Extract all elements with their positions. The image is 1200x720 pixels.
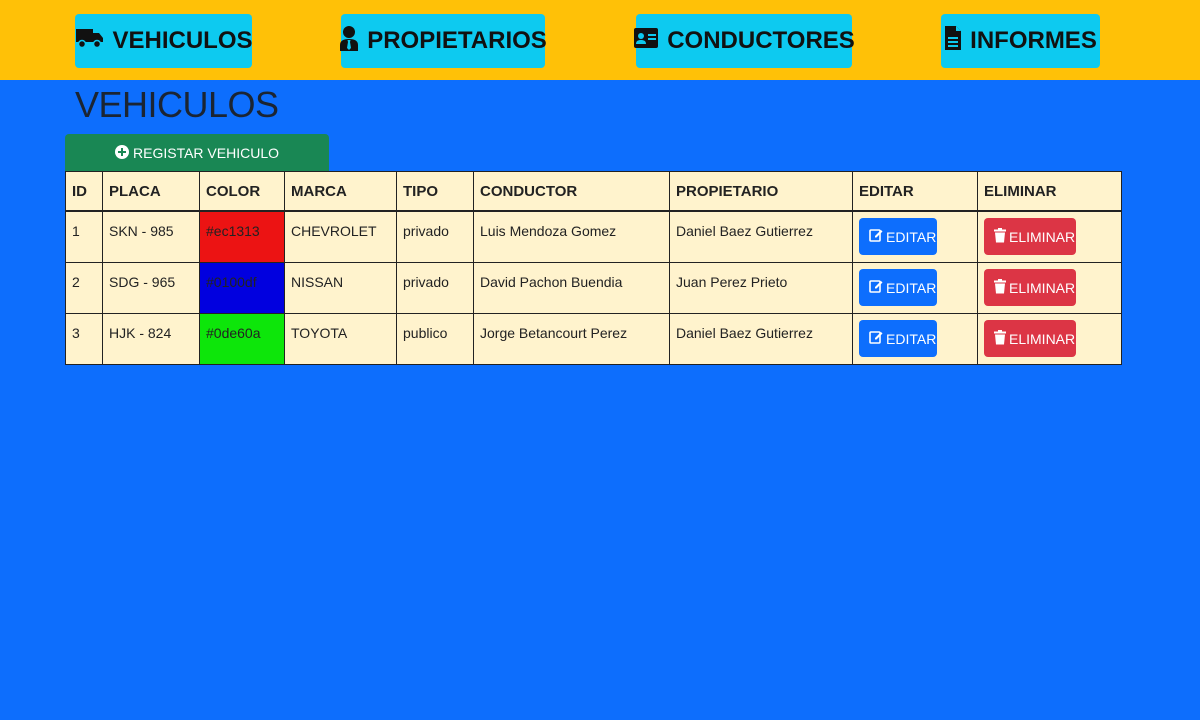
nav-conductores-label: CONDUCTORES [667, 27, 855, 54]
cell-placa: SDG - 965 [102, 261, 200, 314]
cell-propietario: Daniel Baez Gutierrez [669, 312, 853, 365]
cell-delete: ELIMINAR [977, 261, 1122, 314]
table-row: 2 SDG - 965 #0100df NISSAN privado David… [65, 261, 1122, 314]
cell-placa: HJK - 824 [102, 312, 200, 365]
cell-id: 1 [65, 210, 103, 263]
cell-color: #ec1313 [199, 210, 285, 263]
cell-propietario: Daniel Baez Gutierrez [669, 210, 853, 263]
edit-icon [869, 330, 886, 347]
delete-button[interactable]: ELIMINAR [984, 269, 1076, 306]
cell-edit: EDITAR [852, 210, 978, 263]
header-color: COLOR [199, 171, 285, 212]
cell-color: #0de60a [199, 312, 285, 365]
cell-placa: SKN - 985 [102, 210, 200, 263]
top-navbar: VEHICULOS PROPIETARIOS CONDUCTORES INFOR… [0, 0, 1200, 80]
nav-vehiculos-button[interactable]: VEHICULOS [75, 14, 253, 68]
table-row: 1 SKN - 985 #ec1313 CHEVROLET privado Lu… [65, 210, 1122, 263]
register-vehicle-button[interactable]: REGISTAR VEHICULO [65, 134, 329, 172]
edit-button-label: EDITAR [886, 279, 937, 296]
cell-marca: NISSAN [284, 261, 397, 314]
edit-button[interactable]: EDITAR [859, 320, 937, 357]
trash-icon [994, 278, 1009, 297]
cell-marca: CHEVROLET [284, 210, 397, 263]
nav-conductores-button[interactable]: CONDUCTORES [633, 14, 855, 68]
cell-tipo: privado [396, 261, 474, 314]
cell-id: 2 [65, 261, 103, 314]
cell-edit: EDITAR [852, 261, 978, 314]
nav-informes-label: INFORMES [970, 27, 1097, 54]
plus-circle-icon [115, 144, 133, 162]
header-eliminar: ELIMINAR [977, 171, 1122, 212]
delete-button[interactable]: ELIMINAR [984, 320, 1076, 357]
table-header-row: ID PLACA COLOR MARCA TIPO CONDUCTOR PROP… [65, 171, 1122, 212]
header-editar: EDITAR [852, 171, 978, 212]
edit-icon [869, 228, 886, 245]
id-card-icon [633, 27, 667, 56]
cell-propietario: Juan Perez Prieto [669, 261, 853, 314]
delete-button-label: ELIMINAR [1009, 279, 1076, 296]
cell-edit: EDITAR [852, 312, 978, 365]
cell-delete: ELIMINAR [977, 210, 1122, 263]
nav-informes-button[interactable]: INFORMES [941, 14, 1100, 68]
user-tie-icon [339, 25, 367, 58]
cell-conductor: Luis Mendoza Gomez [473, 210, 670, 263]
delete-button[interactable]: ELIMINAR [984, 218, 1076, 256]
header-tipo: TIPO [396, 171, 474, 212]
register-vehicle-label: REGISTAR VEHICULO [133, 145, 279, 161]
header-placa: PLACA [102, 171, 200, 212]
cell-delete: ELIMINAR [977, 312, 1122, 365]
vehicles-table: ID PLACA COLOR MARCA TIPO CONDUCTOR PROP… [65, 171, 1122, 365]
header-marca: MARCA [284, 171, 397, 212]
header-id: ID [65, 171, 103, 212]
edit-button-label: EDITAR [886, 228, 937, 245]
edit-button[interactable]: EDITAR [859, 269, 937, 306]
cell-conductor: Jorge Betancourt Perez [473, 312, 670, 365]
edit-button-label: EDITAR [886, 330, 937, 347]
file-icon [944, 25, 970, 58]
truck-icon [75, 26, 113, 57]
edit-icon [869, 279, 886, 296]
nav-vehiculos-label: VEHICULOS [112, 27, 253, 54]
cell-id: 3 [65, 312, 103, 365]
cell-conductor: David Pachon Buendia [473, 261, 670, 314]
nav-propietarios-label: PROPIETARIOS [367, 27, 547, 54]
header-propietario: PROPIETARIO [669, 171, 853, 212]
delete-button-label: ELIMINAR [1009, 228, 1076, 245]
nav-propietarios-button[interactable]: PROPIETARIOS [339, 14, 547, 68]
cell-tipo: publico [396, 312, 474, 365]
header-conductor: CONDUCTOR [473, 171, 670, 212]
cell-tipo: privado [396, 210, 474, 263]
table-row: 3 HJK - 824 #0de60a TOYOTA publico Jorge… [65, 312, 1122, 365]
delete-button-label: ELIMINAR [1009, 330, 1076, 347]
page-title: VEHICULOS [75, 84, 279, 125]
cell-color: #0100df [199, 261, 285, 314]
edit-button[interactable]: EDITAR [859, 218, 937, 256]
trash-icon [994, 329, 1009, 348]
trash-icon [994, 227, 1009, 246]
cell-marca: TOYOTA [284, 312, 397, 365]
